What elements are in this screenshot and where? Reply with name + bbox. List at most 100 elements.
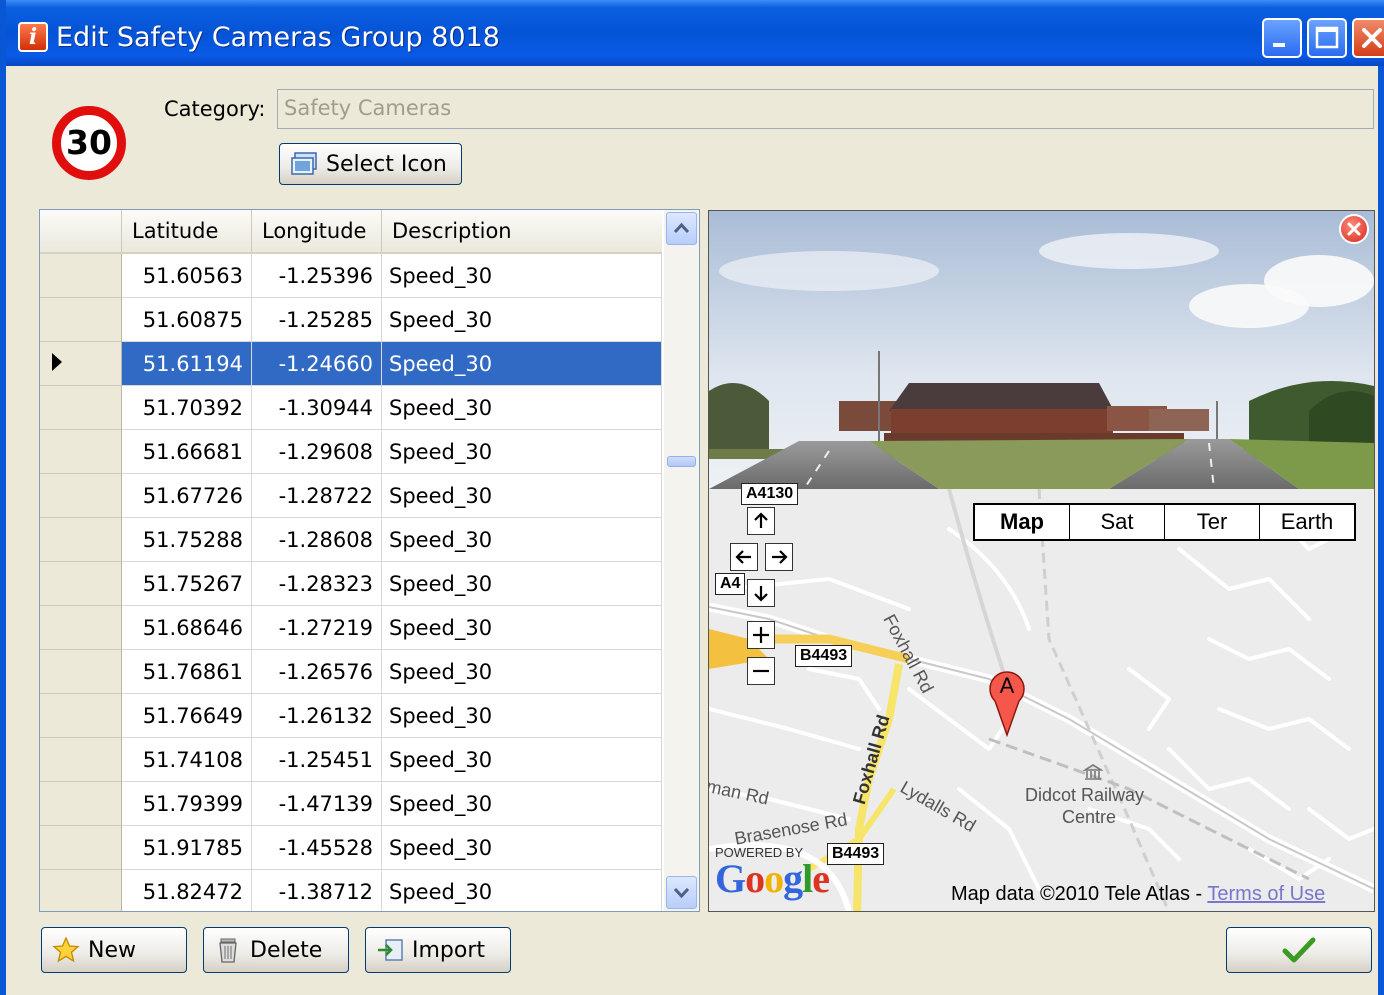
row-header[interactable]: [40, 342, 122, 386]
cell-latitude[interactable]: 51.75288: [122, 518, 252, 562]
cell-description[interactable]: Speed_30: [382, 606, 662, 650]
maximize-button[interactable]: [1307, 18, 1347, 58]
cell-description[interactable]: Speed_30: [382, 254, 662, 298]
row-header[interactable]: [40, 562, 122, 606]
table-row[interactable]: 51.76861 -1.26576 Speed_30: [40, 650, 662, 694]
table-row[interactable]: 51.75267 -1.28323 Speed_30: [40, 562, 662, 606]
row-header[interactable]: [40, 738, 122, 782]
cell-latitude[interactable]: 51.79399: [122, 782, 252, 826]
cell-description[interactable]: Speed_30: [382, 386, 662, 430]
pan-down-button[interactable]: [747, 579, 775, 607]
table-row[interactable]: 51.68646 -1.27219 Speed_30: [40, 606, 662, 650]
map-panel[interactable]: Map Sat Ter Earth A4130 A4 B4493 B4493 F…: [708, 210, 1375, 912]
cell-description[interactable]: Speed_30: [382, 782, 662, 826]
row-header[interactable]: [40, 430, 122, 474]
location-marker[interactable]: A: [987, 667, 1027, 738]
cell-description[interactable]: Speed_30: [382, 562, 662, 606]
map-canvas[interactable]: [709, 489, 1374, 912]
cell-longitude[interactable]: -1.25451: [252, 738, 382, 782]
row-header[interactable]: [40, 826, 122, 870]
cell-longitude[interactable]: -1.24660: [252, 342, 382, 386]
cell-longitude[interactable]: -1.45528: [252, 826, 382, 870]
cell-description[interactable]: Speed_30: [382, 694, 662, 738]
map-type-sat[interactable]: Sat: [1070, 505, 1165, 539]
cell-longitude[interactable]: -1.38712: [252, 870, 382, 911]
zoom-in-button[interactable]: [747, 621, 775, 649]
cell-longitude[interactable]: -1.25285: [252, 298, 382, 342]
cell-longitude[interactable]: -1.27219: [252, 606, 382, 650]
table-row[interactable]: 51.75288 -1.28608 Speed_30: [40, 518, 662, 562]
row-header[interactable]: [40, 298, 122, 342]
cell-longitude[interactable]: -1.29608: [252, 430, 382, 474]
table-row[interactable]: 51.91785 -1.45528 Speed_30: [40, 826, 662, 870]
cell-description[interactable]: Speed_30: [382, 826, 662, 870]
map-type-ter[interactable]: Ter: [1165, 505, 1260, 539]
table-row[interactable]: 51.76649 -1.26132 Speed_30: [40, 694, 662, 738]
minimize-button[interactable]: [1262, 18, 1302, 58]
cell-longitude[interactable]: -1.25396: [252, 254, 382, 298]
cell-description[interactable]: Speed_30: [382, 650, 662, 694]
pan-right-button[interactable]: [765, 543, 793, 571]
ok-button[interactable]: [1226, 927, 1372, 973]
scroll-up-button[interactable]: [666, 212, 697, 245]
table-row[interactable]: 51.74108 -1.25451 Speed_30: [40, 738, 662, 782]
table-row[interactable]: 51.60875 -1.25285 Speed_30: [40, 298, 662, 342]
row-header[interactable]: [40, 386, 122, 430]
pan-up-button[interactable]: [747, 507, 775, 535]
pan-left-button[interactable]: [730, 543, 758, 571]
column-header-longitude[interactable]: Longitude: [252, 210, 382, 252]
title-bar[interactable]: i Edit Safety Cameras Group 8018: [6, 0, 1384, 66]
select-icon-button[interactable]: Select Icon: [279, 143, 462, 185]
cell-longitude[interactable]: -1.28722: [252, 474, 382, 518]
import-button[interactable]: Import: [365, 927, 511, 973]
terms-of-use-link[interactable]: Terms of Use: [1207, 883, 1325, 905]
row-header[interactable]: [40, 254, 122, 298]
cell-latitude[interactable]: 51.60875: [122, 298, 252, 342]
column-header-description[interactable]: Description: [382, 210, 662, 252]
row-header[interactable]: [40, 606, 122, 650]
cell-latitude[interactable]: 51.75267: [122, 562, 252, 606]
column-header-latitude[interactable]: Latitude: [122, 210, 252, 252]
cell-description[interactable]: Speed_30: [382, 430, 662, 474]
cell-longitude[interactable]: -1.47139: [252, 782, 382, 826]
cell-longitude[interactable]: -1.28323: [252, 562, 382, 606]
cell-latitude[interactable]: 51.66681: [122, 430, 252, 474]
table-row[interactable]: 51.82472 -1.38712 Speed_30: [40, 870, 662, 911]
cell-latitude[interactable]: 51.76649: [122, 694, 252, 738]
cell-latitude[interactable]: 51.70392: [122, 386, 252, 430]
table-row[interactable]: 51.66681 -1.29608 Speed_30: [40, 430, 662, 474]
scroll-down-button[interactable]: [666, 876, 697, 909]
table-row[interactable]: 51.79399 -1.47139 Speed_30: [40, 782, 662, 826]
row-header[interactable]: [40, 782, 122, 826]
new-button[interactable]: New: [41, 927, 187, 973]
cell-latitude[interactable]: 51.67726: [122, 474, 252, 518]
cell-description[interactable]: Speed_30: [382, 342, 662, 386]
row-header[interactable]: [40, 694, 122, 738]
cell-longitude[interactable]: -1.30944: [252, 386, 382, 430]
map-type-map[interactable]: Map: [975, 505, 1070, 539]
table-row[interactable]: 51.61194 -1.24660 Speed_30: [40, 342, 662, 386]
row-header[interactable]: [40, 650, 122, 694]
cell-description[interactable]: Speed_30: [382, 870, 662, 911]
cell-description[interactable]: Speed_30: [382, 298, 662, 342]
cell-latitude[interactable]: 51.74108: [122, 738, 252, 782]
row-header[interactable]: [40, 870, 122, 911]
cell-latitude[interactable]: 51.82472: [122, 870, 252, 911]
zoom-out-button[interactable]: [747, 657, 775, 685]
close-street-view-button[interactable]: [1339, 214, 1369, 244]
close-button[interactable]: [1352, 18, 1384, 58]
cell-description[interactable]: Speed_30: [382, 738, 662, 782]
cell-latitude[interactable]: 51.91785: [122, 826, 252, 870]
cell-longitude[interactable]: -1.26576: [252, 650, 382, 694]
row-header[interactable]: [40, 518, 122, 562]
google-logo[interactable]: Google: [715, 855, 830, 902]
cell-longitude[interactable]: -1.28608: [252, 518, 382, 562]
cell-latitude[interactable]: 51.61194: [122, 342, 252, 386]
row-header[interactable]: [40, 474, 122, 518]
cell-latitude[interactable]: 51.68646: [122, 606, 252, 650]
cell-latitude[interactable]: 51.76861: [122, 650, 252, 694]
scroll-thumb[interactable]: [667, 456, 696, 467]
table-row[interactable]: 51.70392 -1.30944 Speed_30: [40, 386, 662, 430]
cell-description[interactable]: Speed_30: [382, 474, 662, 518]
cell-description[interactable]: Speed_30: [382, 518, 662, 562]
